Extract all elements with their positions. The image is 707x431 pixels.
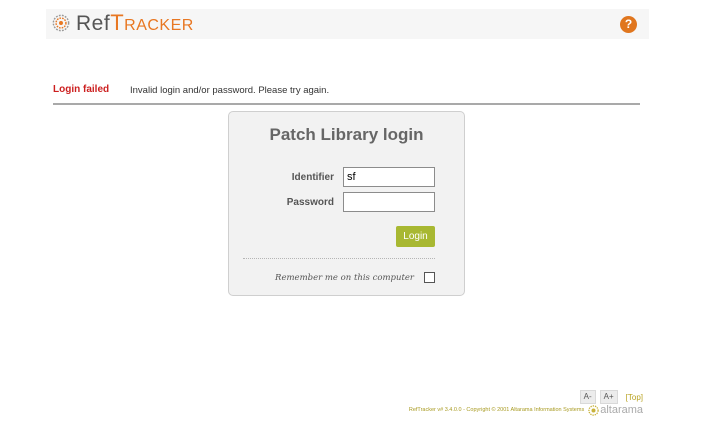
error-title: Login failed (53, 84, 110, 95)
font-increase-button[interactable]: A+ (599, 390, 618, 404)
font-size-controls: A- A+ [Top] (579, 390, 643, 404)
altarama-logo-text[interactable]: altarama (600, 404, 643, 416)
divider (243, 258, 435, 259)
reftracker-logo-icon (52, 14, 70, 32)
top-link[interactable]: [Top] (626, 393, 643, 402)
footer: RefTracker v# 3.4.0.0 - Copyright © 2001… (409, 404, 643, 416)
copyright-text: RefTracker v# 3.4.0.0 - Copyright © 2001… (408, 407, 585, 413)
remember-row: Remember me on this computer (229, 272, 435, 283)
altarama-logo-icon (588, 404, 599, 416)
password-input[interactable] (343, 192, 435, 212)
login-button[interactable]: Login (396, 226, 435, 247)
font-decrease-button[interactable]: A- (579, 390, 596, 404)
remember-checkbox[interactable] (424, 272, 435, 283)
header-bar: RefTRACKER ? (46, 9, 649, 39)
remember-label: Remember me on this computer (275, 272, 414, 283)
identifier-label: Identifier (291, 172, 334, 183)
page: RefTRACKER ? Login failed Invalid login … (0, 0, 707, 431)
help-icon[interactable]: ? (620, 16, 637, 33)
error-message: Invalid login and/or password. Please tr… (130, 85, 330, 96)
login-title: Patch Library login (269, 125, 424, 144)
reftracker-logo[interactable]: RefTRACKER (52, 10, 194, 36)
password-label: Password (286, 197, 334, 208)
message-bar: Login failed Invalid login and/or passwo… (53, 84, 640, 105)
logo-text: RefTRACKER (76, 10, 194, 35)
login-panel: Patch Library login Identifier Password … (228, 111, 465, 296)
identifier-input[interactable] (343, 167, 435, 187)
